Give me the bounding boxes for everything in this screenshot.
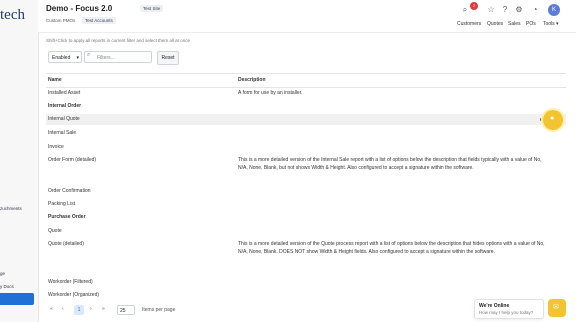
row-name: Purchase Order <box>48 214 86 220</box>
row-name: Internal Order <box>48 103 82 109</box>
row-description: This is a more detailed version of the I… <box>238 157 542 171</box>
nav-tools[interactable]: Tools ▾ <box>543 21 559 27</box>
table-row-selected[interactable]: Internal Quote ▸ <box>46 114 566 125</box>
table-row[interactable]: Quote <box>46 226 566 236</box>
last-page-button[interactable]: » <box>102 306 105 312</box>
row-description: This is a more detailed version of the Q… <box>238 241 545 255</box>
chat-bubble-button[interactable]: ✉ <box>548 299 566 317</box>
sidebar: tech zuchments ge y Docs <box>0 0 39 322</box>
filter-hint: Shift+Click to apply all reports in curr… <box>46 38 190 43</box>
search-icon: ⌕ <box>87 52 91 58</box>
current-page[interactable]: 1 <box>74 305 84 315</box>
table-row[interactable]: Internal Order <box>46 101 566 111</box>
table-row[interactable]: Purchase Order <box>46 212 566 222</box>
table-row[interactable]: Workorder (Filtered) <box>46 277 566 287</box>
row-description: A form for use by an installer. <box>238 90 303 96</box>
cursor-icon: ● <box>550 115 555 122</box>
pagination: « ‹ 1 › » 25 Items per page <box>46 305 246 318</box>
row-name: Workorder (Organized) <box>48 292 100 298</box>
row-name: Internal Quote <box>48 116 80 122</box>
row-name: Workorder (Filtered) <box>48 279 93 285</box>
avatar[interactable]: K <box>548 4 560 16</box>
row-name: Order Confirmation <box>48 188 91 194</box>
table-row[interactable]: Installed Asset A form for use by an ins… <box>46 88 566 98</box>
app-logo: tech <box>0 7 25 23</box>
per-page-select[interactable]: 25 <box>117 305 135 315</box>
notification-badge[interactable]: 2 <box>470 2 478 10</box>
row-name: Order Form (detailed) <box>48 157 97 163</box>
chat-title: We're Online <box>479 303 510 309</box>
nav-customers[interactable]: Customers <box>457 21 481 27</box>
table-row[interactable]: Internal Sale <box>46 128 566 138</box>
next-page-button[interactable]: › <box>90 306 92 312</box>
nav-sales[interactable]: Sales <box>508 21 521 27</box>
row-name: Quote <box>48 228 62 234</box>
chat-icon: ✉ <box>553 304 559 311</box>
row-name: Internal Sale <box>48 130 77 136</box>
chevron-down-icon: ▾ <box>76 55 79 61</box>
prev-page-button[interactable]: ‹ <box>62 306 64 312</box>
reset-button[interactable]: Reset <box>157 51 179 65</box>
row-name: Quote (detailed) <box>48 241 84 247</box>
table-row[interactable]: Quote (detailed) This is a more detailed… <box>46 239 566 275</box>
sidebar-item-docs[interactable]: y Docs <box>0 284 14 289</box>
page-subtitle: Custom PMOs <box>46 18 76 23</box>
column-name[interactable]: Name <box>48 77 62 83</box>
per-page-label: Items per page <box>142 307 176 313</box>
table-row[interactable]: Order Confirmation <box>46 186 566 196</box>
table-row[interactable]: Packing List <box>46 199 566 209</box>
table-row[interactable]: Order Form (detailed) This is a more det… <box>46 155 566 187</box>
gear-icon[interactable]: ⚙ <box>514 5 524 15</box>
user-icon[interactable]: ◔ <box>530 5 540 15</box>
site-badge: Test Site <box>140 5 164 12</box>
row-name: Installed Asset <box>48 90 81 96</box>
star-icon[interactable]: ☆ <box>486 5 496 15</box>
page-title: Demo - Focus 2.0 <box>46 4 113 13</box>
search-input[interactable]: Filters... <box>84 51 152 63</box>
sidebar-active-item[interactable] <box>0 293 34 305</box>
status-select[interactable]: Enabled ▾ <box>48 51 82 63</box>
chat-widget[interactable]: We're Online How may I help you today? <box>474 299 544 319</box>
table-row[interactable]: Invoice <box>46 142 566 152</box>
sidebar-item-attachments[interactable]: zuchments <box>0 206 22 211</box>
account-badge: Test Accounts <box>82 17 116 24</box>
first-page-button[interactable]: « <box>50 306 53 312</box>
sidebar-item-ge[interactable]: ge <box>0 271 5 276</box>
status-select-value: Enabled <box>52 55 71 61</box>
help-icon[interactable]: ? <box>500 5 510 15</box>
reports-table: Name Description Installed Asset A form … <box>46 73 566 300</box>
row-name: Packing List <box>48 201 75 207</box>
column-description[interactable]: Description <box>238 77 266 83</box>
table-header: Name Description <box>46 73 566 88</box>
search-icon[interactable]: ⌕ <box>460 5 470 15</box>
row-name: Invoice <box>48 144 64 150</box>
chat-subtitle: How may I help you today? <box>479 310 534 315</box>
nav-quotes[interactable]: Quotes <box>487 21 503 27</box>
floating-action-button[interactable]: ● <box>543 110 563 130</box>
nav-pos[interactable]: POs <box>526 21 536 27</box>
